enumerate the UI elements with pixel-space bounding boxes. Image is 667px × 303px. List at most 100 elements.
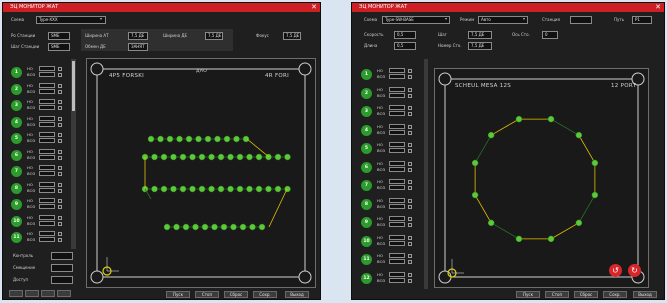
row-value-field[interactable] <box>389 142 405 147</box>
row-number-button[interactable]: 8 <box>361 198 372 210</box>
row-value-field[interactable] <box>39 121 55 127</box>
row-value-field[interactable] <box>389 277 405 283</box>
row-checkbox[interactable] <box>408 278 412 283</box>
pin-node[interactable] <box>591 191 599 199</box>
row-checkbox[interactable] <box>408 167 412 172</box>
chevron-down-icon[interactable]: ▾ <box>445 16 447 22</box>
pin-node[interactable] <box>515 235 523 243</box>
row-checkbox[interactable] <box>58 199 62 203</box>
bottom-tab-3[interactable] <box>41 290 55 297</box>
row-value-field[interactable] <box>389 160 405 166</box>
row-checkbox[interactable] <box>58 67 62 71</box>
row-checkbox[interactable] <box>58 215 62 220</box>
row-checkbox[interactable] <box>408 180 412 184</box>
row-value-field[interactable] <box>389 86 405 92</box>
pin-node[interactable] <box>487 131 495 139</box>
row-value-field[interactable] <box>39 187 55 193</box>
pin-node[interactable] <box>151 185 158 193</box>
row-number-button[interactable]: 1 <box>361 69 372 80</box>
row-checkbox[interactable] <box>58 188 62 193</box>
pin-node[interactable] <box>284 153 291 161</box>
bottom-input-3[interactable] <box>51 276 73 284</box>
close-icon[interactable]: ✕ <box>655 3 661 11</box>
row-value-field[interactable] <box>39 148 55 154</box>
pin-node[interactable] <box>575 219 583 227</box>
pin-node[interactable] <box>471 191 479 199</box>
reset-button[interactable]: Сброс <box>574 291 598 298</box>
pin-node[interactable] <box>242 135 250 143</box>
pin-node[interactable] <box>173 223 180 231</box>
row-value-field[interactable] <box>39 66 55 71</box>
row-value-field[interactable] <box>39 220 55 226</box>
pin-node[interactable] <box>208 185 215 193</box>
pin-node[interactable] <box>198 153 206 161</box>
pin-node[interactable] <box>284 185 291 193</box>
row-value-field[interactable] <box>389 253 405 258</box>
row-checkbox[interactable] <box>58 106 62 110</box>
pin-node[interactable] <box>166 135 174 143</box>
row-checkbox[interactable] <box>58 133 62 137</box>
bottom-input-2[interactable] <box>51 264 73 272</box>
row-number-button[interactable]: 3 <box>361 106 372 117</box>
field-input-4[interactable]: ЗАНЯТ <box>128 43 148 51</box>
pin-node[interactable] <box>170 153 177 161</box>
pin-node[interactable] <box>214 135 221 143</box>
row-value-field[interactable] <box>389 105 405 110</box>
row-checkbox[interactable] <box>408 235 412 240</box>
row-value-field[interactable] <box>389 92 405 98</box>
row-value-field[interactable] <box>39 165 55 170</box>
row-number-button[interactable]: 10 <box>11 215 22 227</box>
row-checkbox[interactable] <box>408 198 412 203</box>
row-value-field[interactable] <box>389 179 405 184</box>
row-number-button[interactable]: 5 <box>11 133 22 144</box>
chevron-down-icon[interactable]: ▾ <box>523 16 525 22</box>
row-number-button[interactable]: 2 <box>11 83 22 95</box>
row-checkbox[interactable] <box>408 254 412 258</box>
row-checkbox[interactable] <box>408 143 412 147</box>
r-top-input-1[interactable]: Type-SW-BASE <box>382 16 450 24</box>
pin-node[interactable] <box>189 153 196 161</box>
row-value-field[interactable] <box>389 216 405 221</box>
pin-node[interactable] <box>265 185 272 193</box>
row-value-field[interactable] <box>389 74 405 79</box>
row-checkbox[interactable] <box>408 217 412 221</box>
pin-node[interactable] <box>208 153 215 161</box>
row-checkbox[interactable] <box>408 204 412 209</box>
r-top-input-3[interactable] <box>570 16 592 24</box>
start-button[interactable]: Пуск <box>516 291 540 298</box>
pin-node[interactable] <box>179 185 187 193</box>
row-value-field[interactable] <box>39 237 55 242</box>
pin-node[interactable] <box>189 185 196 193</box>
pin-node[interactable] <box>255 185 263 193</box>
row-value-field[interactable] <box>389 185 405 190</box>
pin-node[interactable] <box>220 223 228 231</box>
pin-node[interactable] <box>274 153 282 161</box>
row-checkbox[interactable] <box>408 75 412 79</box>
pin-node[interactable] <box>227 185 234 193</box>
row-checkbox[interactable] <box>408 112 412 116</box>
row-checkbox[interactable] <box>58 155 62 160</box>
row-number-button[interactable]: 1 <box>11 67 22 78</box>
row-value-field[interactable] <box>39 138 55 143</box>
pin-node[interactable] <box>176 135 183 143</box>
row-number-button[interactable]: 6 <box>11 149 22 161</box>
pin-node[interactable] <box>160 153 168 161</box>
pin-node[interactable] <box>487 219 495 227</box>
bottom-input-1[interactable] <box>51 252 73 260</box>
pin-node[interactable] <box>239 223 247 231</box>
row-value-field[interactable] <box>39 99 55 104</box>
pin-node[interactable] <box>163 223 171 231</box>
row-value-field[interactable] <box>389 148 405 153</box>
row-checkbox[interactable] <box>58 122 62 127</box>
bottom-tab-2[interactable] <box>25 290 39 297</box>
exit-button[interactable]: Выход <box>633 291 657 298</box>
pin-node[interactable] <box>204 135 212 143</box>
pin-node[interactable] <box>249 223 256 231</box>
row-value-field[interactable] <box>389 111 405 116</box>
pin-node[interactable] <box>236 153 244 161</box>
chevron-down-icon[interactable]: ▾ <box>100 16 102 22</box>
row-value-field[interactable] <box>39 72 55 77</box>
pin-node[interactable] <box>182 223 190 231</box>
r-mid-input-4[interactable]: 0,5 <box>394 42 416 50</box>
row-checkbox[interactable] <box>58 232 62 236</box>
